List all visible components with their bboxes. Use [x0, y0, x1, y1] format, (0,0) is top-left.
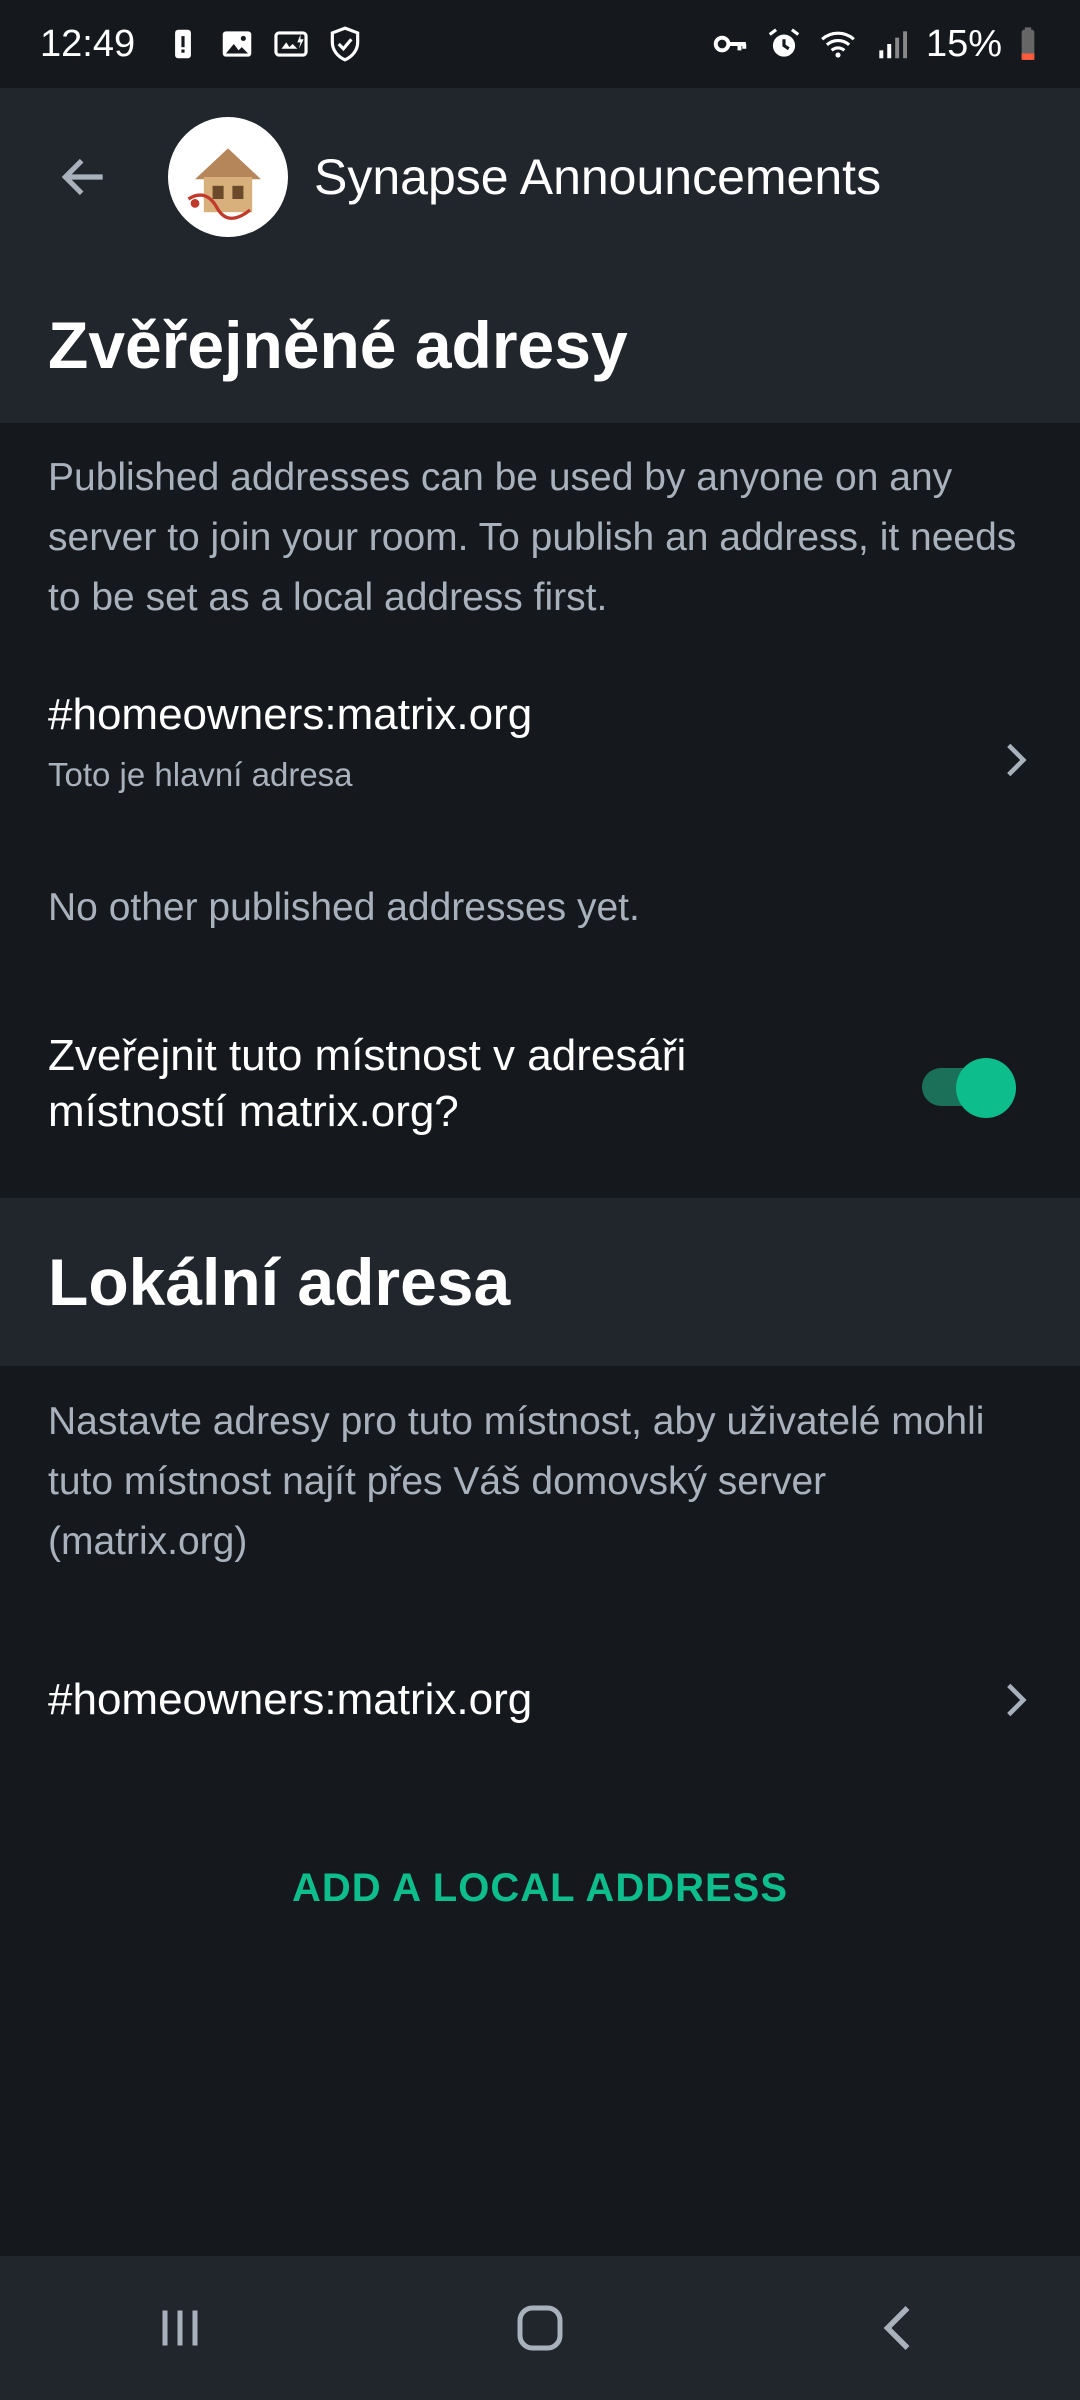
back-button[interactable]: [44, 137, 124, 217]
recent-apps-button[interactable]: [120, 2278, 240, 2378]
published-address-text: #homeowners:matrix.org: [48, 690, 533, 739]
local-address-title: Lokální adresa: [48, 1245, 511, 1319]
no-published-addresses-text: No other published addresses yet.: [48, 886, 640, 929]
published-address-row[interactable]: #homeowners:matrix.org Toto je hlavní ad…: [0, 690, 1080, 830]
local-address-text: #homeowners:matrix.org: [48, 1675, 533, 1724]
battery-percent: 15%: [925, 22, 1002, 65]
status-left: 12:49: [40, 23, 365, 66]
room-avatar[interactable]: [168, 117, 288, 237]
status-time: 12:49: [40, 22, 136, 65]
back-nav-button[interactable]: [840, 2278, 960, 2378]
signal-icon: [872, 24, 912, 64]
publish-directory-row[interactable]: Zveřejnit tuto místnost v adresáři místn…: [0, 1028, 1080, 1144]
status-bar: 12:49 15%: [0, 0, 1080, 88]
recent-apps-icon: [162, 2310, 198, 2346]
app-bar: Synapse Announcements: [0, 88, 1080, 266]
battery-icon: [1016, 24, 1040, 64]
arrow-back-icon: [61, 158, 103, 196]
battery-alert-icon: [163, 24, 203, 64]
published-addresses-header: Zvěřejněné adresy: [0, 266, 1080, 423]
local-address-row[interactable]: #homeowners:matrix.org: [0, 1660, 1080, 1740]
vpn-key-icon: [710, 24, 750, 64]
alarm-icon: [764, 24, 804, 64]
back-icon: [883, 2306, 910, 2350]
local-address-header: Lokální adresa: [0, 1198, 1080, 1366]
publish-directory-switch[interactable]: [920, 1056, 1016, 1118]
published-addresses-description: Published addresses can be used by anyon…: [48, 456, 1017, 619]
home-button[interactable]: [480, 2278, 600, 2378]
add-local-address-button[interactable]: ADD A LOCAL ADDRESS: [0, 1866, 1080, 1911]
switch-thumb: [956, 1058, 1016, 1118]
chevron-right-icon: [1007, 1683, 1027, 1717]
system-nav-bar: [0, 2256, 1080, 2400]
screenshot-icon: [271, 24, 311, 64]
chevron-right-icon: [1007, 743, 1027, 777]
main-address-subtitle: Toto je hlavní adresa: [48, 756, 353, 793]
publish-directory-label: Zveřejnit tuto místnost v adresáři místn…: [48, 1031, 687, 1136]
home-icon: [517, 2305, 563, 2351]
house-icon: [187, 148, 261, 220]
published-addresses-title: Zvěřejněné adresy: [48, 307, 628, 382]
status-right: 15%: [710, 23, 1040, 66]
shield-icon: [325, 24, 365, 64]
image-icon: [217, 24, 257, 64]
wifi-icon: [818, 24, 858, 64]
local-address-description: Nastavte adresy pro tuto místnost, aby u…: [48, 1400, 985, 1563]
room-title: Synapse Announcements: [314, 149, 882, 205]
